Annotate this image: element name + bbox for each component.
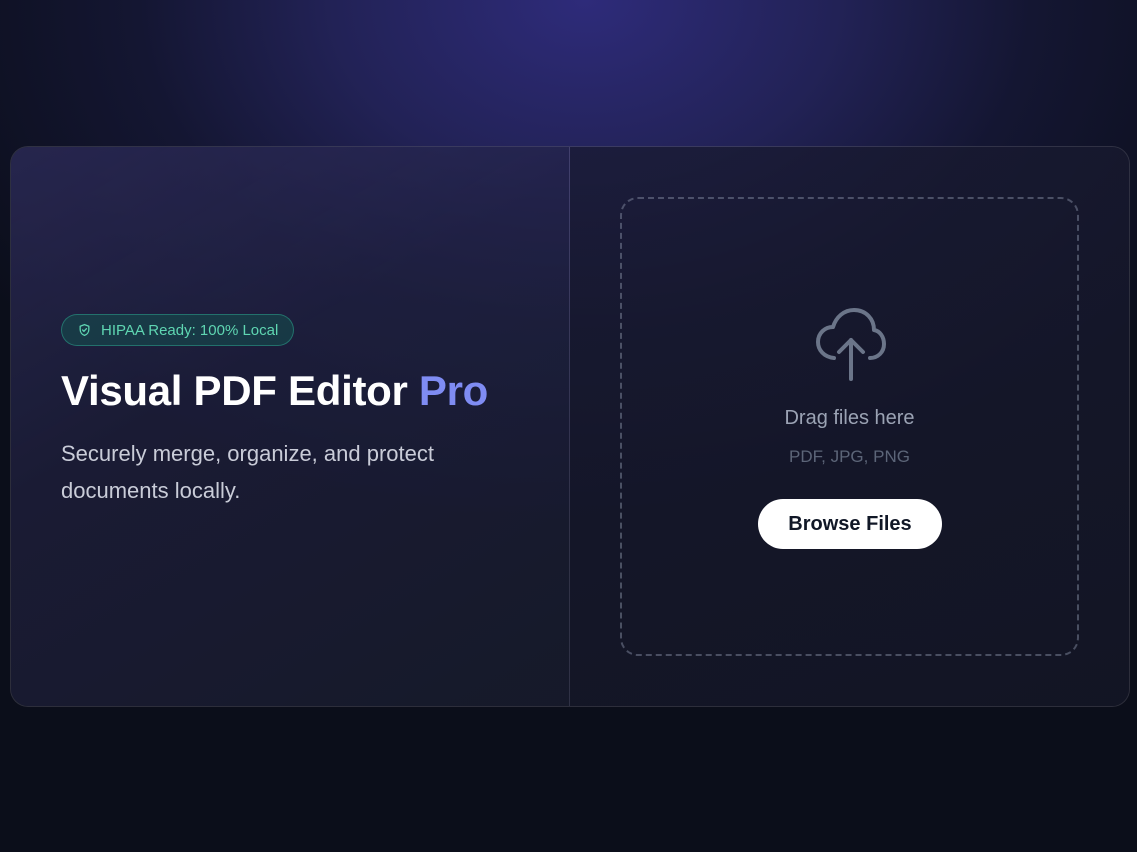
browse-files-button[interactable]: Browse Files xyxy=(758,499,942,549)
title-main: Visual PDF Editor xyxy=(61,367,419,414)
drag-files-text: Drag files here xyxy=(784,407,915,429)
hipaa-badge: HIPAA Ready: 100% Local xyxy=(61,314,295,346)
hero-panel: HIPAA Ready: 100% Local Visual PDF Edito… xyxy=(11,147,570,706)
file-dropzone[interactable]: Drag files here PDF, JPG, PNG Browse Fil… xyxy=(620,197,1079,656)
cloud-upload-icon xyxy=(816,307,886,388)
file-types-text: PDF, JPG, PNG xyxy=(789,447,910,466)
page-title: Visual PDF Editor Pro xyxy=(61,367,488,415)
main-card: HIPAA Ready: 100% Local Visual PDF Edito… xyxy=(10,146,1130,707)
shield-check-icon xyxy=(78,323,91,337)
page-subtitle: Securely merge, organize, and protect do… xyxy=(61,441,434,503)
upload-panel: Drag files here PDF, JPG, PNG Browse Fil… xyxy=(570,147,1129,706)
title-accent: Pro xyxy=(418,367,489,414)
badge-label: HIPAA Ready: 100% Local xyxy=(101,321,279,339)
